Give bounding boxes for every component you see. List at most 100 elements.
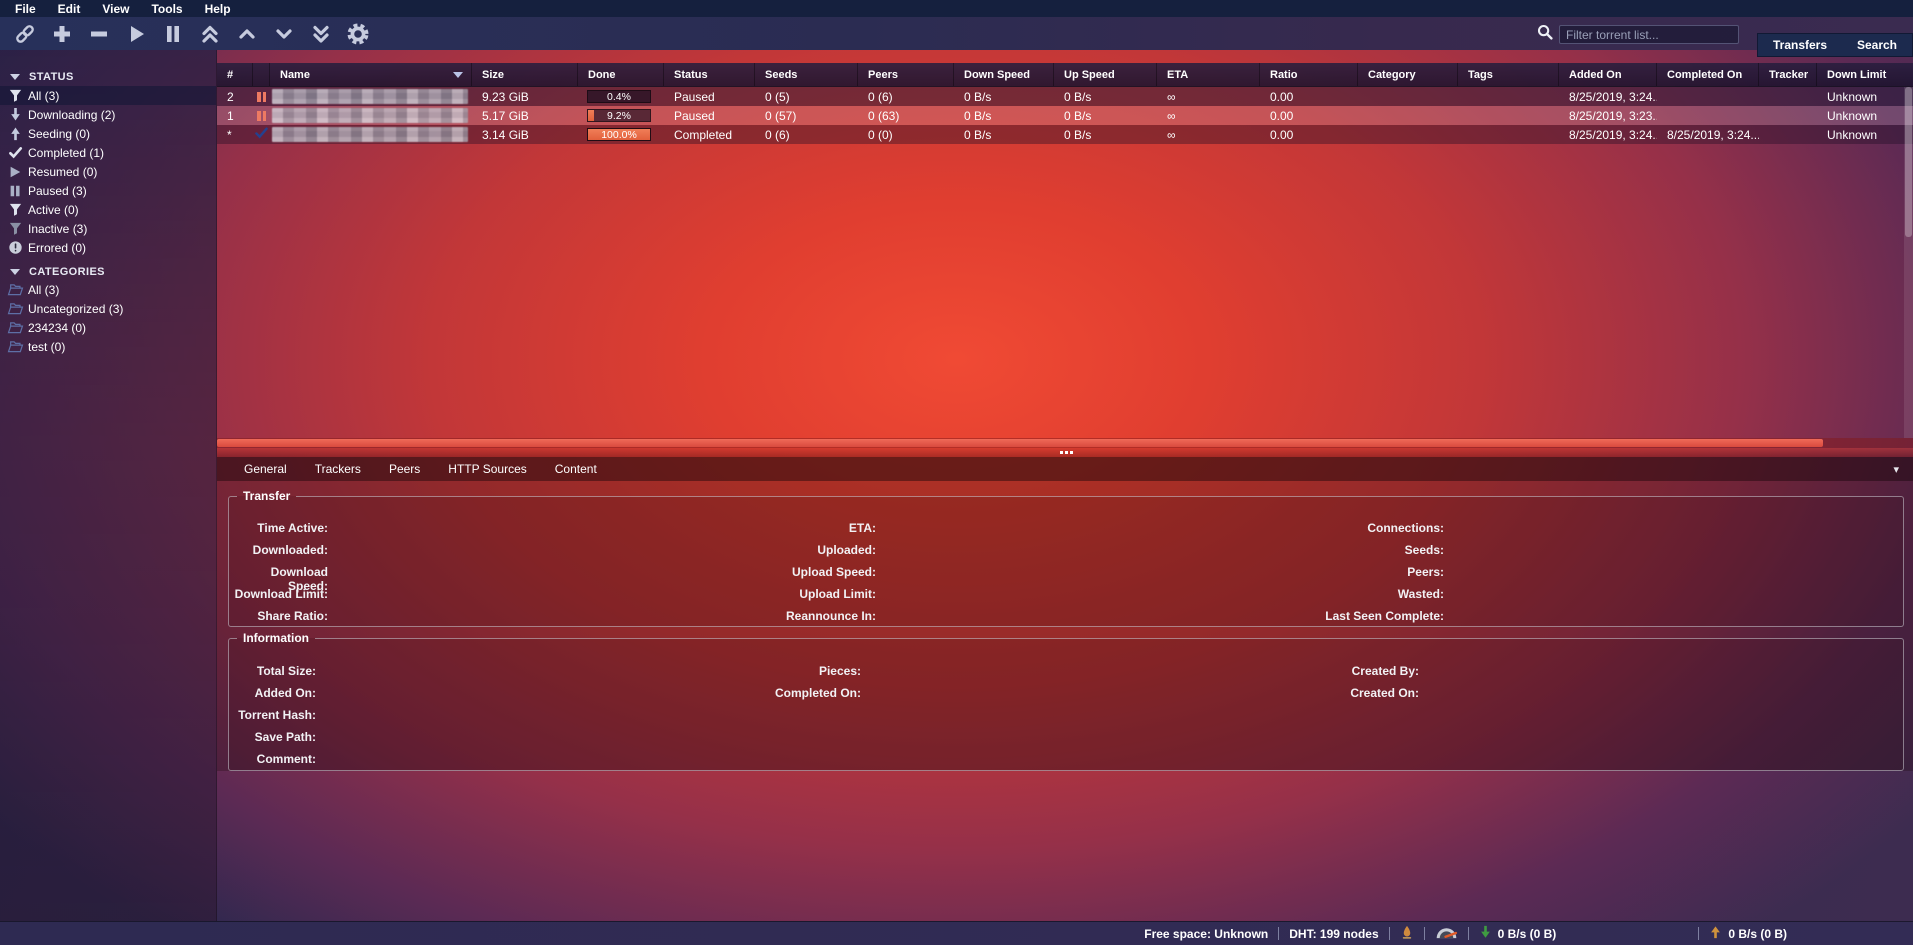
sidebar-item-label: Inactive (3) [28, 222, 87, 236]
cell-seeds: 0 (6) [755, 125, 858, 144]
cell-size: 5.17 GiB [472, 106, 578, 125]
sidebar-item-inactive[interactable]: Inactive (3) [0, 219, 216, 238]
label-created-by: Created By: [229, 664, 1419, 678]
sidebar-category-all[interactable]: All (3) [0, 280, 216, 299]
column-header-done[interactable]: Done [578, 63, 664, 86]
sidebar-item-paused[interactable]: Paused (3) [0, 181, 216, 200]
categories-header-label: CATEGORIES [29, 266, 105, 278]
horizontal-scrollbar[interactable] [217, 438, 1913, 448]
gear-icon [346, 22, 370, 46]
column-header-added-on[interactable]: Added On [1559, 63, 1657, 86]
filter-torrent-input[interactable] [1559, 25, 1739, 44]
cell-eta: ∞ [1157, 106, 1260, 125]
menu-tools[interactable]: Tools [140, 2, 193, 16]
sidebar-item-label: test (0) [28, 340, 65, 354]
increase-priority-button[interactable] [228, 20, 265, 48]
decrease-priority-button[interactable] [265, 20, 302, 48]
tab-http-sources[interactable]: HTTP Sources [448, 462, 526, 476]
alt-speed-limits-icon[interactable] [1435, 925, 1458, 943]
column-header-tags[interactable]: Tags [1458, 63, 1559, 86]
sidebar-item-active[interactable]: Active (0) [0, 200, 216, 219]
column-header-peers[interactable]: Peers [858, 63, 954, 86]
add-torrent-link-button[interactable] [6, 20, 43, 48]
tab-general[interactable]: General [244, 462, 287, 476]
column-header-down-limit[interactable]: Down Limit [1817, 63, 1913, 86]
column-header-tracker[interactable]: Tracker [1759, 63, 1817, 86]
label-wasted: Wasted: [229, 587, 1444, 601]
cell-seeds: 0 (5) [755, 87, 858, 106]
tab-peers[interactable]: Peers [389, 462, 420, 476]
bottom-priority-button[interactable] [302, 20, 339, 48]
horizontal-scrollbar-thumb[interactable] [217, 439, 1823, 447]
column-header-category[interactable]: Category [1358, 63, 1458, 86]
menu-view[interactable]: View [91, 2, 140, 16]
tab-content[interactable]: Content [555, 462, 597, 476]
column-header-seeds[interactable]: Seeds [755, 63, 858, 86]
column-header-state[interactable] [253, 63, 270, 86]
status-section-header[interactable]: STATUS [0, 67, 216, 86]
options-button[interactable] [339, 20, 376, 48]
sidebar-category-uncategorized[interactable]: Uncategorized (3) [0, 299, 216, 318]
completed-check-icon [255, 127, 268, 142]
torrent-row[interactable]: * 3.14 GiB 100.0% Completed 0 (6) 0 (0) … [217, 125, 1913, 144]
search-icon [1537, 24, 1559, 45]
check-icon [6, 145, 24, 160]
cell-added-on: 8/25/2019, 3:24... [1559, 125, 1657, 144]
column-header-size[interactable]: Size [472, 63, 578, 86]
column-header-up-speed[interactable]: Up Speed [1054, 63, 1157, 86]
cell-status: Completed [664, 125, 755, 144]
sidebar-category-test[interactable]: test (0) [0, 337, 216, 356]
separator [1424, 927, 1425, 940]
resume-button[interactable] [117, 20, 154, 48]
sidebar-item-label: All (3) [28, 89, 59, 103]
sidebar-item-resumed[interactable]: Resumed (0) [0, 162, 216, 181]
cell-completed-on: 8/25/2019, 3:24... [1657, 125, 1759, 144]
vertical-scrollbar[interactable] [1904, 87, 1913, 438]
cell-state [253, 125, 270, 144]
column-header-eta[interactable]: ETA [1157, 63, 1260, 86]
upload-speed-label: 0 B/s (0 B) [1728, 927, 1787, 941]
column-header-ratio[interactable]: Ratio [1260, 63, 1358, 86]
column-header-down-speed[interactable]: Down Speed [954, 63, 1054, 86]
menu-edit[interactable]: Edit [47, 2, 92, 16]
chevron-down-icon[interactable]: ▾ [1893, 463, 1899, 476]
pause-button[interactable] [154, 20, 191, 48]
tab-transfers[interactable]: Transfers [1769, 38, 1831, 52]
torrent-row[interactable]: 2 9.23 GiB 0.4% Paused 0 (5) 0 (6) 0 B/s… [217, 87, 1913, 106]
menu-bar: File Edit View Tools Help [0, 0, 1913, 17]
menu-file[interactable]: File [4, 2, 47, 16]
tab-trackers[interactable]: Trackers [315, 462, 361, 476]
tab-search[interactable]: Search [1853, 38, 1901, 52]
panel-resize-handle[interactable] [1060, 451, 1073, 454]
sidebar-item-all[interactable]: All (3) [0, 86, 216, 105]
sidebar-item-errored[interactable]: Errored (0) [0, 238, 216, 257]
down-arrow-icon [1479, 925, 1492, 942]
sidebar-item-seeding[interactable]: Seeding (0) [0, 124, 216, 143]
sidebar-item-completed[interactable]: Completed (1) [0, 143, 216, 162]
categories-section-header[interactable]: CATEGORIES [0, 262, 216, 281]
cell-category [1358, 87, 1458, 106]
column-header-name[interactable]: Name [270, 63, 472, 86]
connection-status-icon [1400, 924, 1414, 943]
column-header-label: Name [280, 69, 310, 81]
sidebar-category-234234[interactable]: 234234 (0) [0, 318, 216, 337]
sidebar-item-downloading[interactable]: Downloading (2) [0, 105, 216, 124]
column-header-number[interactable]: # [217, 63, 253, 86]
cell-ratio: 0.00 [1260, 106, 1358, 125]
up-arrow-icon [1709, 925, 1722, 942]
column-header-status[interactable]: Status [664, 63, 755, 86]
redacted-torrent-name [272, 127, 468, 142]
vertical-scrollbar-thumb[interactable] [1905, 87, 1912, 237]
delete-torrent-button[interactable] [80, 20, 117, 48]
pause-icon [6, 184, 24, 198]
torrent-row[interactable]: 1 5.17 GiB 9.2% Paused 0 (57) 0 (63) 0 B… [217, 106, 1913, 125]
top-priority-button[interactable] [191, 20, 228, 48]
menu-help[interactable]: Help [194, 2, 242, 16]
cell-done: 0.4% [578, 87, 664, 106]
sidebar-item-label: All (3) [28, 283, 59, 297]
dht-nodes-label: DHT: 199 nodes [1289, 927, 1378, 941]
add-torrent-file-button[interactable] [43, 20, 80, 48]
panel-splitter[interactable] [217, 448, 1913, 457]
column-header-completed-on[interactable]: Completed On [1657, 63, 1759, 86]
sidebar-item-label: Active (0) [28, 203, 79, 217]
